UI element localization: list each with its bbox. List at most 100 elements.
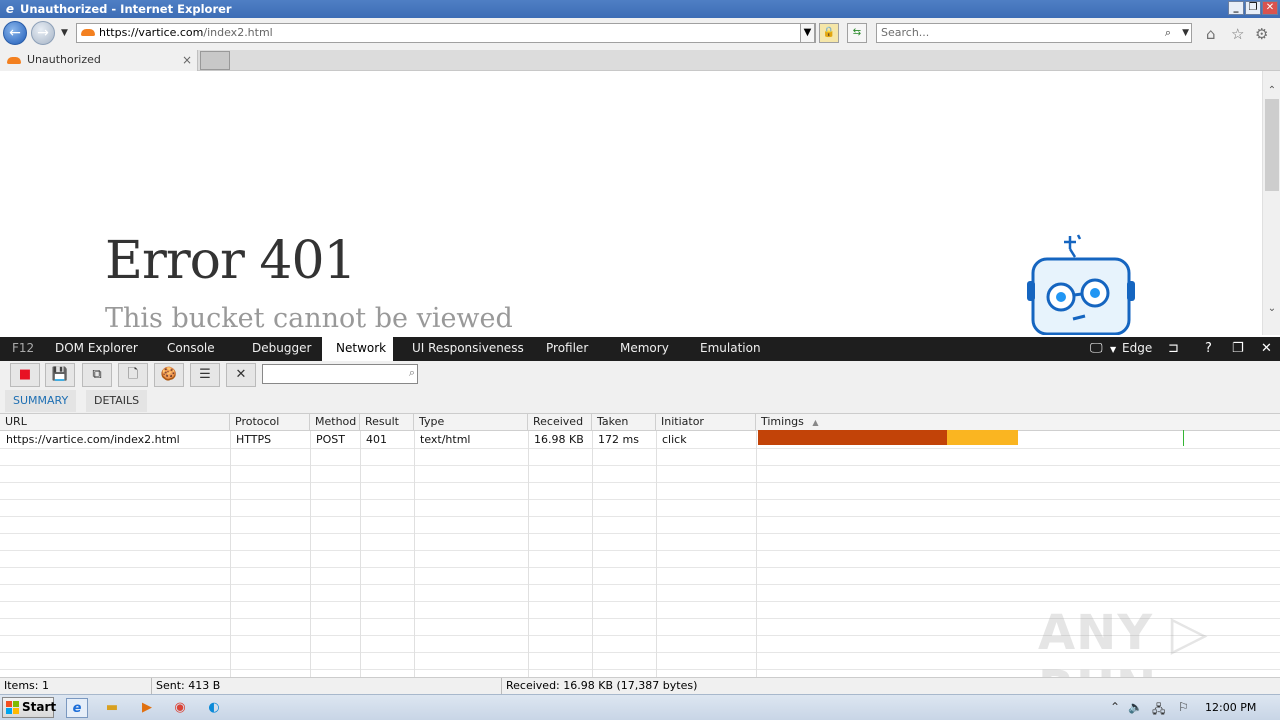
tab-details[interactable]: DETAILS xyxy=(86,390,148,412)
filter-input[interactable]: ⌕ xyxy=(262,364,418,384)
refresh-icon[interactable]: ⇆ xyxy=(847,23,867,43)
dom-content-loaded-marker xyxy=(1183,430,1184,446)
cell-initiator: click xyxy=(662,433,687,446)
page-scrollbar[interactable]: ⌃ ⌄ xyxy=(1262,71,1280,335)
column-result[interactable]: Result xyxy=(360,414,414,431)
address-dropdown-icon[interactable]: ▼ xyxy=(800,23,815,43)
column-timings-label: Timings xyxy=(761,415,804,428)
tab-label: Unauthorized xyxy=(27,53,101,66)
clear-entries-on-navigate-button[interactable]: ☰ xyxy=(190,363,220,387)
always-refresh-button[interactable]: ⧉ xyxy=(82,363,112,387)
scroll-up-icon[interactable]: ⌃ xyxy=(1263,85,1280,96)
column-taken[interactable]: Taken xyxy=(592,414,656,431)
undock-icon[interactable]: ❐ xyxy=(1232,341,1244,356)
timing-bar-receiving xyxy=(947,430,1018,445)
column-protocol[interactable]: Protocol xyxy=(230,414,310,431)
column-divider xyxy=(414,431,415,677)
tab-ui-responsiveness[interactable]: UI Responsiveness xyxy=(406,337,530,361)
ie-logo-icon: e xyxy=(5,2,15,16)
back-button[interactable]: ← xyxy=(3,21,27,45)
grid-row-line xyxy=(0,466,1280,483)
edge-taskbar-icon[interactable]: ◐ xyxy=(203,698,225,718)
column-divider xyxy=(528,431,529,677)
media-player-taskbar-icon[interactable]: ▶ xyxy=(136,698,158,718)
address-host: https://vartice.com xyxy=(99,26,204,39)
tab-emulation[interactable]: Emulation xyxy=(694,337,767,361)
clear-session-button[interactable]: ✕ xyxy=(226,363,256,387)
column-timings[interactable]: Timings ▲ xyxy=(756,414,1280,431)
search-icon[interactable]: ⌕ xyxy=(1165,24,1171,42)
grid-row-line xyxy=(0,483,1280,500)
column-method[interactable]: Method xyxy=(310,414,360,431)
filter-search-icon: ⌕ xyxy=(408,366,415,379)
grid-row-line xyxy=(0,500,1280,517)
restore-button[interactable]: ❐ xyxy=(1245,1,1261,15)
stop-recording-button[interactable]: ■ xyxy=(10,363,40,387)
search-input[interactable]: Search... ⌕ ▼ xyxy=(876,23,1192,43)
clear-cookies-button[interactable]: 🍪 xyxy=(154,363,184,387)
favorites-star-icon[interactable]: ☆ xyxy=(1231,25,1244,43)
sort-ascending-icon: ▲ xyxy=(812,418,819,427)
home-icon[interactable]: ⌂ xyxy=(1206,25,1216,43)
chrome-taskbar-icon[interactable]: ◉ xyxy=(169,698,191,718)
timing-bar-waiting xyxy=(758,430,947,445)
tray-expand-icon[interactable]: ⌃ xyxy=(1110,700,1120,714)
tab-network[interactable]: Network xyxy=(322,337,393,361)
start-button[interactable]: Start xyxy=(2,697,56,718)
new-tab-button[interactable] xyxy=(200,51,230,70)
status-received: Received: 16.98 KB (17,387 bytes) xyxy=(506,679,698,692)
address-bar[interactable]: https://vartice.com/index2.html xyxy=(76,23,816,43)
column-initiator[interactable]: Initiator xyxy=(656,414,756,431)
forward-button[interactable]: → xyxy=(31,21,55,45)
column-divider xyxy=(656,431,657,677)
column-url[interactable]: URL xyxy=(0,414,230,431)
close-tab-icon[interactable]: × xyxy=(182,50,192,70)
tab-debugger[interactable]: Debugger xyxy=(246,337,317,361)
grid-row-line xyxy=(0,432,1280,449)
error-title: Error 401 xyxy=(105,231,357,291)
network-subtabs: SUMMARY DETAILS xyxy=(0,387,1280,413)
tab-memory[interactable]: Memory xyxy=(614,337,675,361)
minimize-button[interactable]: _ xyxy=(1228,1,1244,15)
close-devtools-icon[interactable]: ✕ xyxy=(1261,341,1272,356)
tab-console[interactable]: Console xyxy=(161,337,221,361)
tab-unauthorized[interactable]: Unauthorized × xyxy=(0,50,198,71)
clear-cache-button[interactable]: 🗋 xyxy=(118,363,148,387)
document-mode-label[interactable]: Edge xyxy=(1116,337,1158,361)
column-type[interactable]: Type xyxy=(414,414,528,431)
cell-received: 16.98 KB xyxy=(534,433,584,446)
browser-profile-icon[interactable]: 🖵 xyxy=(1090,341,1103,356)
windows-taskbar: Start e ▬ ▶ ◉ ◐ ⌃ 🔈 🖧 ⚐ 12:00 PM xyxy=(0,694,1280,720)
search-dropdown-icon[interactable]: ▼ xyxy=(1182,24,1189,42)
internet-explorer-taskbar-icon[interactable]: e xyxy=(66,698,88,718)
volume-icon[interactable]: 🔈 xyxy=(1128,700,1143,714)
scroll-down-icon[interactable]: ⌄ xyxy=(1263,303,1280,314)
taskbar-clock[interactable]: 12:00 PM xyxy=(1205,695,1256,721)
grid-row-line xyxy=(0,568,1280,585)
file-explorer-taskbar-icon[interactable]: ▬ xyxy=(101,698,123,718)
column-received[interactable]: Received xyxy=(528,414,592,431)
cell-taken: 172 ms xyxy=(598,433,639,446)
console-toggle-icon[interactable]: ⊐ xyxy=(1168,341,1179,356)
navigation-bar: ← → ▼ https://vartice.com/index2.html ▼ … xyxy=(0,18,1280,50)
settings-gear-icon[interactable]: ⚙ xyxy=(1255,25,1268,43)
window-title: Unauthorized - Internet Explorer xyxy=(20,2,232,16)
column-divider xyxy=(360,431,361,677)
close-window-button[interactable]: ✕ xyxy=(1262,1,1278,15)
tab-strip: Unauthorized × xyxy=(0,50,1280,71)
tab-summary[interactable]: SUMMARY xyxy=(5,390,77,412)
tab-dom-explorer[interactable]: DOM Explorer xyxy=(49,337,144,361)
network-icon[interactable]: 🖧 xyxy=(1152,700,1165,721)
robot-illustration-icon xyxy=(1027,234,1135,335)
lock-icon[interactable]: 🔒 xyxy=(819,23,839,43)
column-divider xyxy=(756,431,757,677)
tab-favicon-icon xyxy=(7,57,21,64)
scrollbar-thumb[interactable] xyxy=(1265,99,1279,191)
history-dropdown-icon[interactable]: ▼ xyxy=(61,28,68,38)
search-placeholder: Search... xyxy=(881,26,930,39)
tab-profiler[interactable]: Profiler xyxy=(540,337,594,361)
grid-row-line xyxy=(0,517,1280,534)
action-center-flag-icon[interactable]: ⚐ xyxy=(1178,700,1189,714)
help-icon[interactable]: ? xyxy=(1205,341,1212,356)
export-har-button[interactable]: 💾 xyxy=(45,363,75,387)
